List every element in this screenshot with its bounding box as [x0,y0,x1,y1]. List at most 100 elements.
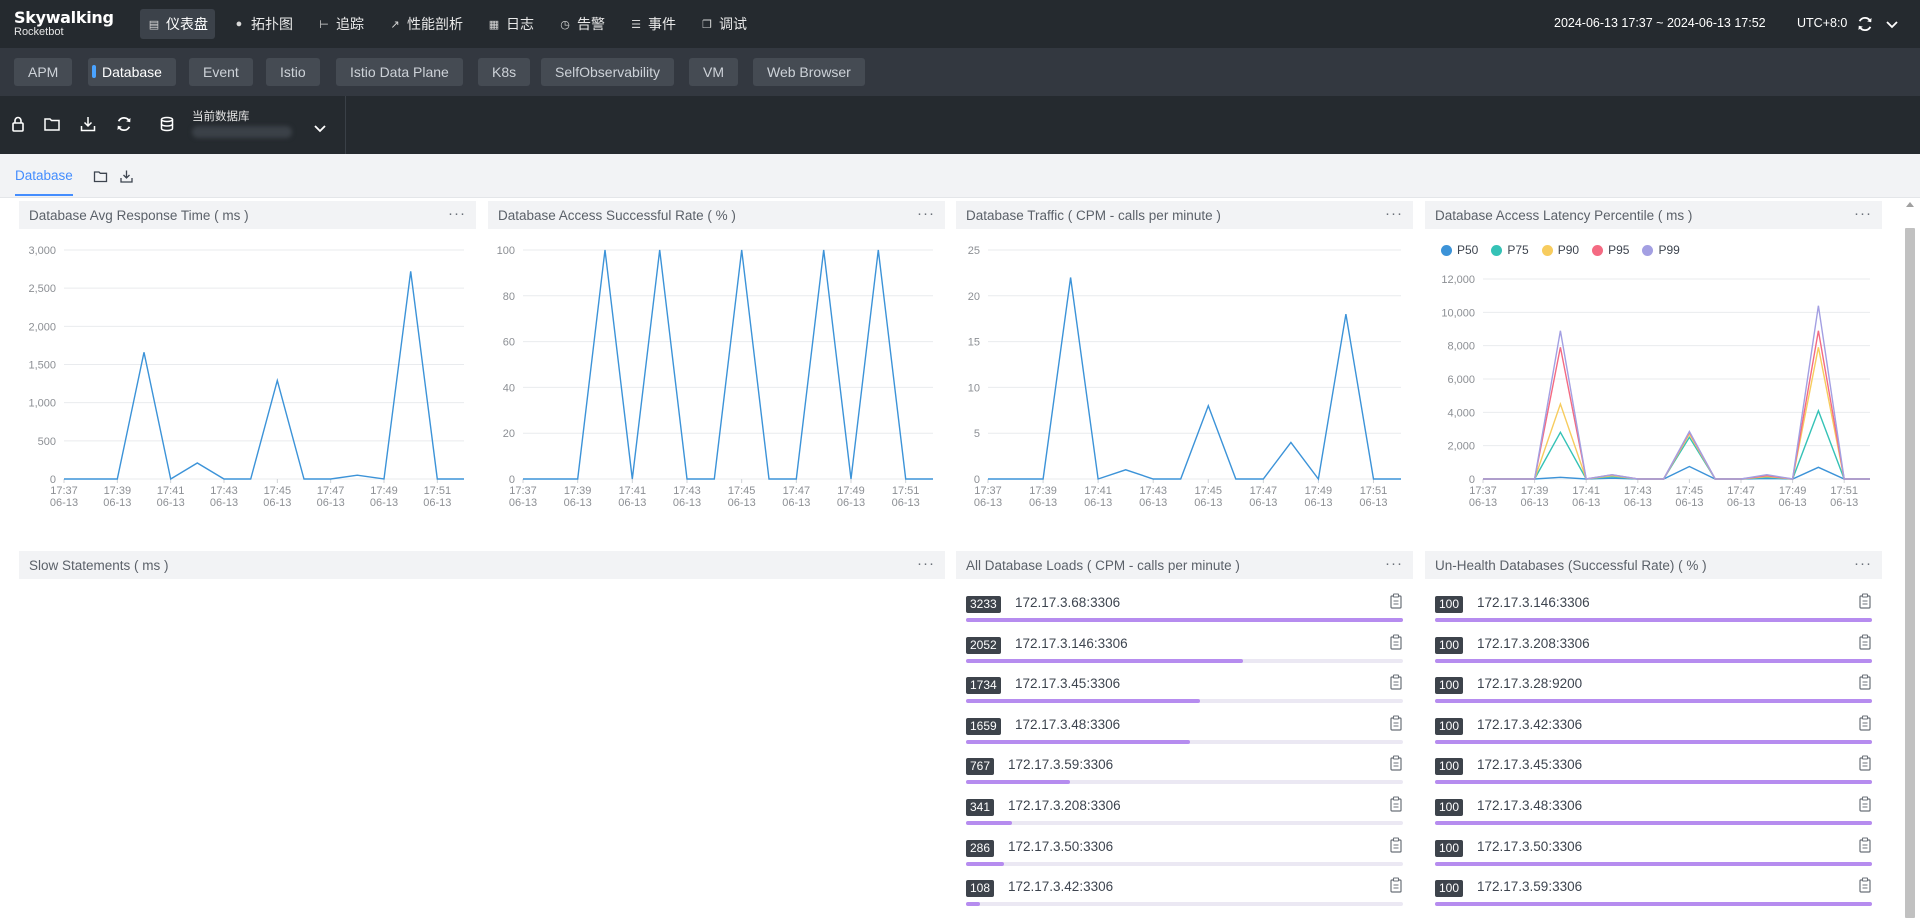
list-item[interactable]: 286 172.17.3.50:3306 [966,832,1403,872]
x-tick-date: 06-13 [1249,497,1277,509]
list-item[interactable]: 100 172.17.3.42:3306 [1435,710,1872,750]
dashboard-tabs: Database [0,154,1920,198]
copy-icon[interactable] [1389,674,1403,690]
progress-fill [1435,861,1872,866]
more-options-icon[interactable]: ··· [917,205,935,222]
more-options-icon[interactable]: ··· [917,555,935,572]
list-item[interactable]: 100 172.17.3.59:3306 [1435,872,1872,912]
widget-header: All Database Loads ( CPM - calls per min… [956,551,1413,579]
copy-icon[interactable] [1389,837,1403,853]
copy-icon[interactable] [1389,634,1403,650]
list-item[interactable]: 100 172.17.3.208:3306 [1435,629,1872,669]
more-options-icon[interactable]: ··· [1385,205,1403,222]
scroll-up-arrow[interactable] [1906,202,1914,207]
series-line-main[interactable] [523,249,933,480]
list-item[interactable]: 3233 172.17.3.68:3306 [966,588,1403,628]
x-tick-date: 06-13 [157,497,185,509]
folder-icon[interactable] [93,169,108,184]
more-options-icon[interactable]: ··· [1854,555,1872,572]
nav-item-alarm[interactable]: ◷ 告警 [551,9,612,39]
scrollbar[interactable] [1903,200,1917,919]
download-icon[interactable] [119,169,134,184]
list-item[interactable]: 2052 172.17.3.146:3306 [966,629,1403,669]
layer-tab-web-browser[interactable]: Web Browser [753,58,865,86]
more-options-icon[interactable]: ··· [448,205,466,222]
scrollbar-thumb[interactable] [1905,228,1915,918]
list-item[interactable]: 1659 172.17.3.48:3306 [966,710,1403,750]
more-options-icon[interactable]: ··· [1385,555,1403,572]
list-item[interactable]: 100 172.17.3.146:3306 [1435,588,1872,628]
copy-icon[interactable] [1858,755,1872,771]
layer-tab-istio[interactable]: Istio [266,58,320,86]
value-badge: 100 [1435,596,1464,613]
layer-tab-istio-data-plane[interactable]: Istio Data Plane [336,58,463,86]
nav-item-log[interactable]: ▦ 日志 [480,9,541,39]
timezone[interactable]: UTC+8:0 [1797,16,1847,30]
nav-item-trace[interactable]: ⊢ 追踪 [310,9,371,39]
layer-tab-vm[interactable]: VM [689,58,738,86]
legend-item-p95[interactable]: P95 [1592,243,1629,257]
list-item[interactable]: 341 172.17.3.208:3306 [966,791,1403,831]
legend-item-p75[interactable]: P75 [1491,243,1529,257]
nav-item-profile[interactable]: ↗ 性能剖析 [381,9,470,39]
list-item[interactable]: 767 172.17.3.59:3306 [966,750,1403,790]
layer-tab-label: SelfObservability [555,64,661,80]
x-tick-label: 17:41 [619,485,647,497]
download-icon[interactable] [79,115,97,133]
layer-tab-k8s[interactable]: K8s [478,58,531,86]
copy-icon[interactable] [1858,796,1872,812]
copy-icon[interactable] [1858,715,1872,731]
database-selector[interactable]: 当前数据库 [150,108,336,144]
chevron-down-icon[interactable] [1884,16,1900,32]
copy-icon[interactable] [1389,715,1403,731]
x-tick-label: 17:43 [1139,485,1167,497]
list-item[interactable]: 100 172.17.3.45:3306 [1435,750,1872,790]
legend-item-p90[interactable]: P90 [1541,243,1579,257]
nav-item-topology[interactable]: ● 拓扑图 [225,9,300,39]
time-range[interactable]: 2024-06-13 17:37 ~ 2024-06-13 17:52 [1554,16,1766,30]
copy-icon[interactable] [1858,877,1872,893]
series-line-p99[interactable] [1483,305,1870,480]
database-address: 172.17.3.48:3306 [1015,716,1121,732]
list-item[interactable]: 108 172.17.3.42:3306 [966,872,1403,912]
more-options-icon[interactable]: ··· [1854,205,1872,222]
list-item[interactable]: 100 172.17.3.50:3306 [1435,832,1872,872]
layer-tab-selfobservability[interactable]: SelfObservability [541,58,675,86]
x-tick-date: 06-13 [210,497,238,509]
debug-icon: ❐ [702,18,712,31]
x-tick-label: 17:47 [1727,485,1755,497]
auto-refresh-icon[interactable] [1856,15,1874,33]
logo[interactable]: Skywalking Rocketbot [14,9,114,39]
series-line-main[interactable] [64,271,464,481]
series-line-main[interactable] [988,277,1401,481]
copy-icon[interactable] [1858,674,1872,690]
list-item[interactable]: 100 172.17.3.48:3306 [1435,791,1872,831]
progress-fill [1435,739,1872,744]
tab-database[interactable]: Database [15,168,73,183]
layer-tab-event[interactable]: Event [189,58,253,86]
nav-item-debug[interactable]: ❐ 调试 [693,9,754,39]
legend-item-p99[interactable]: P99 [1642,243,1680,257]
top-nav: Skywalking Rocketbot ▤ 仪表盘 ● 拓扑图 ⊢ 追踪 ↗ … [0,0,1920,48]
progress-track [1435,658,1872,663]
layer-tabs: APM Database Event Istio Istio Data Plan… [0,48,1920,96]
list-item[interactable]: 100 172.17.3.28:9200 [1435,669,1872,709]
progress-track [1435,739,1872,744]
refresh-icon[interactable] [115,115,133,133]
layer-tab-apm[interactable]: APM [14,58,73,86]
folder-icon[interactable] [43,115,61,133]
x-tick-date: 06-13 [1675,497,1703,509]
layer-tab-database[interactable]: Database [88,58,176,86]
copy-icon[interactable] [1389,796,1403,812]
nav-item-event[interactable]: ☰ 事件 [622,9,683,39]
list-item[interactable]: 1734 172.17.3.45:3306 [966,669,1403,709]
nav-item-dashboard[interactable]: ▤ 仪表盘 [140,9,215,39]
lock-icon[interactable] [9,115,27,133]
legend-item-p50[interactable]: P50 [1441,243,1478,257]
copy-icon[interactable] [1858,837,1872,853]
copy-icon[interactable] [1858,593,1872,609]
copy-icon[interactable] [1389,877,1403,893]
copy-icon[interactable] [1858,634,1872,650]
copy-icon[interactable] [1389,593,1403,609]
copy-icon[interactable] [1389,755,1403,771]
